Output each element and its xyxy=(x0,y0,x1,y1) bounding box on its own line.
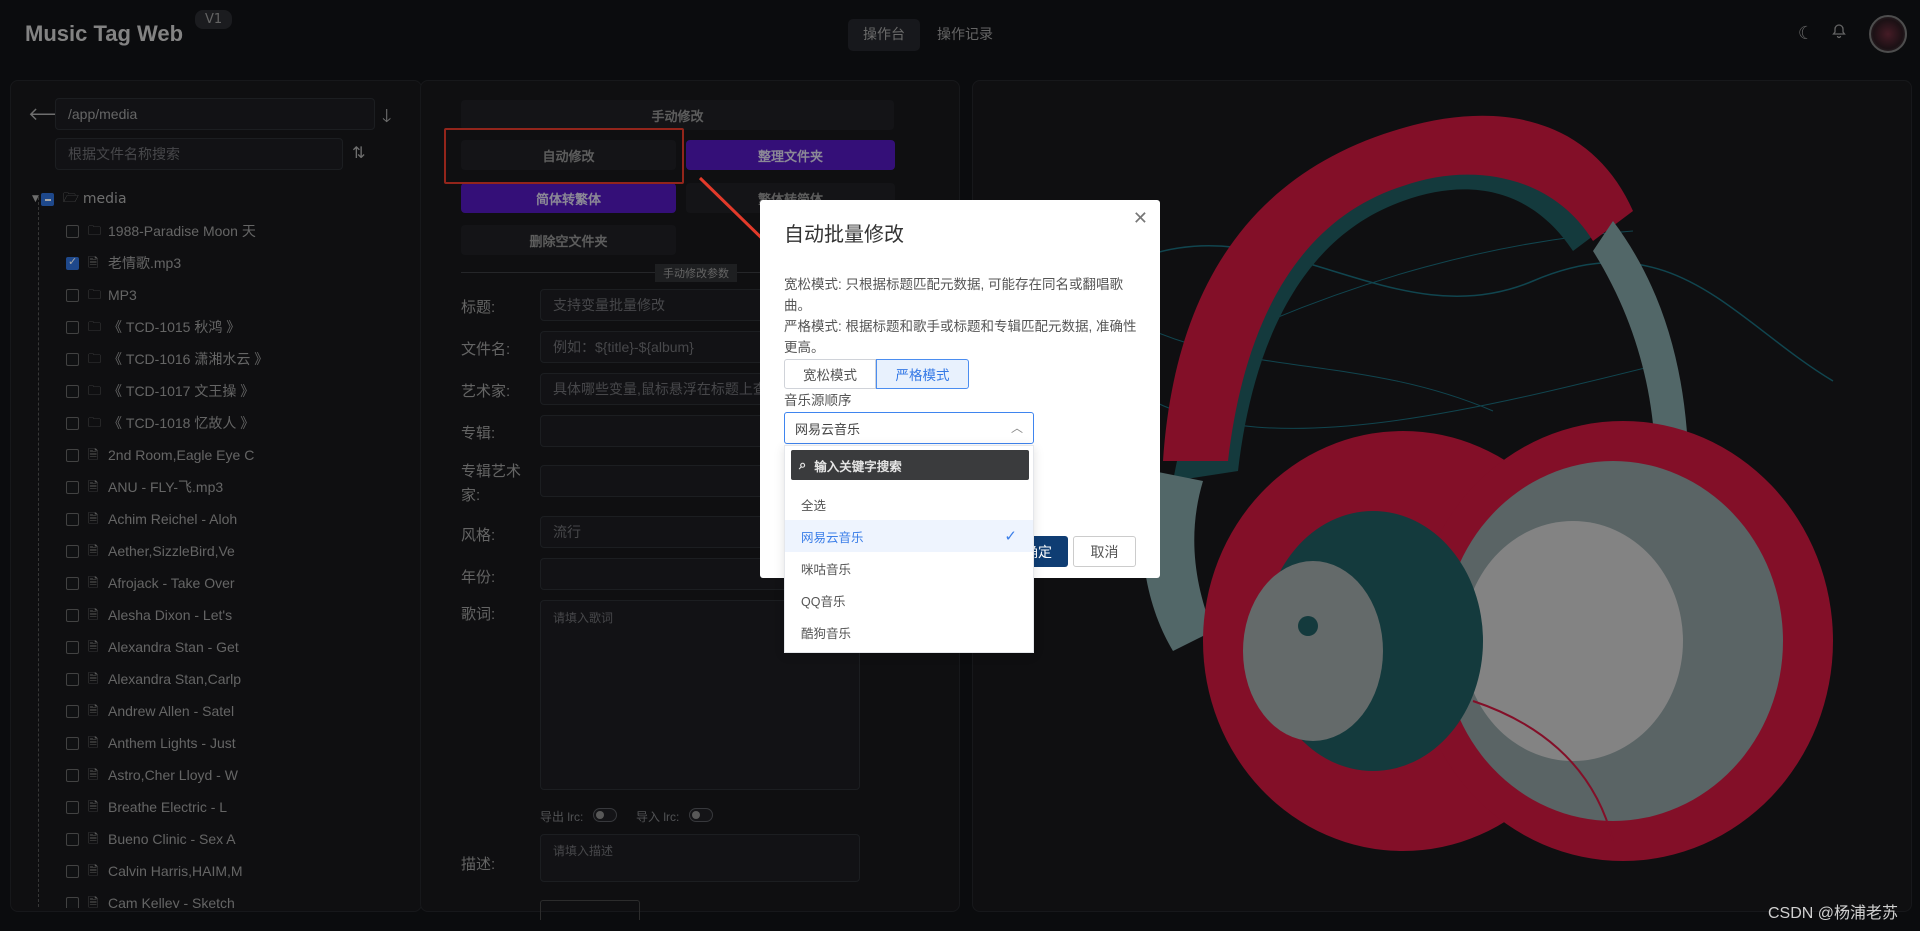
source-order-label: 音乐源顺序 xyxy=(784,393,852,408)
search-icon: ⌕ xyxy=(799,457,807,473)
option-migu[interactable]: 咪咕音乐 xyxy=(785,552,1033,584)
source-dropdown: ⌕ 输入关键字搜索 全选 网易云音乐 ✓ 咪咕音乐 QQ音乐 酷狗音乐 xyxy=(784,445,1034,653)
loose-mode-description: 宽松模式: 只根据标题匹配元数据, 可能存在同名或翻唱歌曲。 xyxy=(784,277,1124,313)
chevron-up-icon: ︿ xyxy=(1010,421,1023,435)
strict-mode-description: 严格模式: 根据标题和歌手或标题和专辑匹配元数据, 准确性更高。 xyxy=(784,319,1137,355)
option-netease[interactable]: 网易云音乐 ✓ xyxy=(785,520,1033,552)
option-select-all[interactable]: 全选 xyxy=(785,488,1033,520)
strict-mode-button[interactable]: 严格模式 xyxy=(876,359,969,389)
close-icon[interactable]: ✕ xyxy=(1133,208,1148,229)
source-select-value: 网易云音乐 xyxy=(795,422,861,438)
dropdown-search-placeholder: 输入关键字搜索 xyxy=(814,458,902,474)
option-kugou[interactable]: 酷狗音乐 xyxy=(785,616,1033,648)
cancel-button[interactable]: 取消 xyxy=(1073,536,1136,567)
loose-mode-button[interactable]: 宽松模式 xyxy=(784,359,876,389)
option-netease-label: 网易云音乐 xyxy=(801,530,864,545)
check-icon: ✓ xyxy=(1004,528,1017,545)
watermark: CSDN @杨浦老苏 xyxy=(1768,905,1899,922)
option-qq[interactable]: QQ音乐 xyxy=(785,584,1033,616)
dropdown-search-input[interactable]: ⌕ 输入关键字搜索 xyxy=(791,450,1029,480)
source-select[interactable]: 网易云音乐 ︿ xyxy=(784,412,1034,444)
dialog-title: 自动批量修改 xyxy=(784,224,904,246)
